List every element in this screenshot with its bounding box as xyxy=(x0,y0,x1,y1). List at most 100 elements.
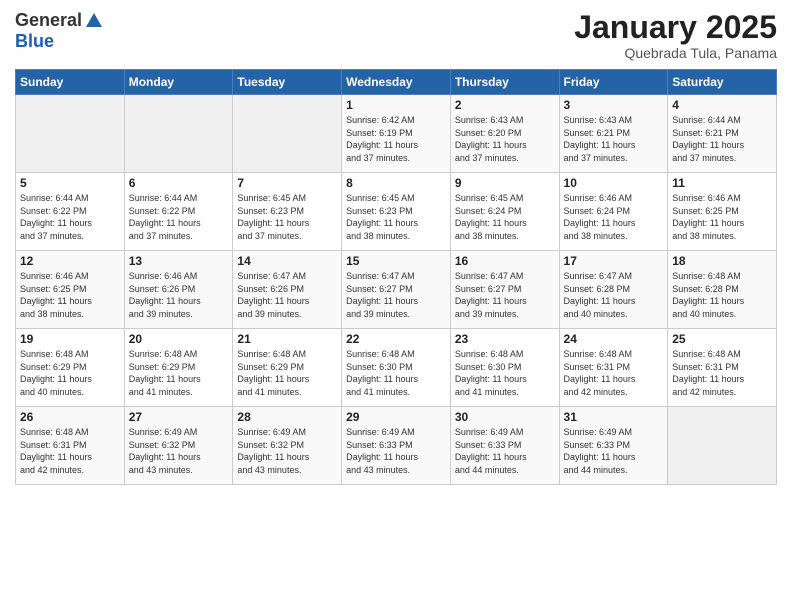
day-info: Sunrise: 6:47 AM Sunset: 6:26 PM Dayligh… xyxy=(237,270,337,320)
day-info: Sunrise: 6:46 AM Sunset: 6:25 PM Dayligh… xyxy=(672,192,772,242)
day-number: 6 xyxy=(129,176,229,190)
day-info: Sunrise: 6:42 AM Sunset: 6:19 PM Dayligh… xyxy=(346,114,446,164)
weekday-header-thursday: Thursday xyxy=(450,70,559,95)
day-number: 17 xyxy=(564,254,664,268)
weekday-header-tuesday: Tuesday xyxy=(233,70,342,95)
day-number: 24 xyxy=(564,332,664,346)
day-number: 4 xyxy=(672,98,772,112)
month-title: January 2025 xyxy=(574,10,777,45)
day-info: Sunrise: 6:46 AM Sunset: 6:25 PM Dayligh… xyxy=(20,270,120,320)
calendar-week-row: 5 Sunrise: 6:44 AM Sunset: 6:22 PM Daylig… xyxy=(16,173,777,251)
day-info: Sunrise: 6:45 AM Sunset: 6:24 PM Dayligh… xyxy=(455,192,555,242)
calendar-cell: 26Sunrise: 6:48 AM Sunset: 6:31 PM Dayli… xyxy=(16,407,125,485)
calendar-cell: 17 Sunrise: 6:47 AM Sunset: 6:28 PM Dayli… xyxy=(559,251,668,329)
calendar-cell: 4 Sunrise: 6:44 AM Sunset: 6:21 PM Daylig… xyxy=(668,95,777,173)
location-subtitle: Quebrada Tula, Panama xyxy=(574,45,777,61)
logo: General Blue xyxy=(15,10,104,52)
day-info: Sunrise: 6:49 AM Sunset: 6:33 PM Dayligh… xyxy=(346,426,446,476)
day-info: Sunrise: 6:43 AM Sunset: 6:20 PM Dayligh… xyxy=(455,114,555,164)
calendar-cell: 9Sunrise: 6:45 AM Sunset: 6:24 PM Daylig… xyxy=(450,173,559,251)
calendar-cell xyxy=(668,407,777,485)
weekday-header-saturday: Saturday xyxy=(668,70,777,95)
day-number: 25 xyxy=(672,332,772,346)
day-info: Sunrise: 6:45 AM Sunset: 6:23 PM Dayligh… xyxy=(237,192,337,242)
day-info: Sunrise: 6:47 AM Sunset: 6:27 PM Dayligh… xyxy=(346,270,446,320)
calendar-cell: 10 Sunrise: 6:46 AM Sunset: 6:24 PM Dayli… xyxy=(559,173,668,251)
day-info: Sunrise: 6:48 AM Sunset: 6:29 PM Dayligh… xyxy=(20,348,120,398)
calendar-cell: 29 Sunrise: 6:49 AM Sunset: 6:33 PM Dayli… xyxy=(342,407,451,485)
logo-icon xyxy=(84,11,104,31)
day-info: Sunrise: 6:48 AM Sunset: 6:28 PM Dayligh… xyxy=(672,270,772,320)
day-info: Sunrise: 6:49 AM Sunset: 6:32 PM Dayligh… xyxy=(237,426,337,476)
logo-general-text: General xyxy=(15,10,82,31)
calendar-week-row: 1Sunrise: 6:42 AM Sunset: 6:19 PM Daylig… xyxy=(16,95,777,173)
calendar-cell: 21Sunrise: 6:48 AM Sunset: 6:29 PM Dayli… xyxy=(233,329,342,407)
day-number: 20 xyxy=(129,332,229,346)
calendar-cell: 23 Sunrise: 6:48 AM Sunset: 6:30 PM Dayli… xyxy=(450,329,559,407)
day-info: Sunrise: 6:49 AM Sunset: 6:33 PM Dayligh… xyxy=(455,426,555,476)
day-number: 11 xyxy=(672,176,772,190)
day-info: Sunrise: 6:48 AM Sunset: 6:30 PM Dayligh… xyxy=(346,348,446,398)
day-info: Sunrise: 6:44 AM Sunset: 6:21 PM Dayligh… xyxy=(672,114,772,164)
calendar-cell xyxy=(16,95,125,173)
calendar-cell: 28Sunrise: 6:49 AM Sunset: 6:32 PM Dayli… xyxy=(233,407,342,485)
day-number: 30 xyxy=(455,410,555,424)
logo-blue-text: Blue xyxy=(15,31,54,52)
weekday-header-friday: Friday xyxy=(559,70,668,95)
calendar-cell: 6 Sunrise: 6:44 AM Sunset: 6:22 PM Daylig… xyxy=(124,173,233,251)
day-number: 31 xyxy=(564,410,664,424)
day-info: Sunrise: 6:48 AM Sunset: 6:30 PM Dayligh… xyxy=(455,348,555,398)
calendar-week-row: 19 Sunrise: 6:48 AM Sunset: 6:29 PM Dayli… xyxy=(16,329,777,407)
calendar-cell: 30 Sunrise: 6:49 AM Sunset: 6:33 PM Dayli… xyxy=(450,407,559,485)
day-info: Sunrise: 6:45 AM Sunset: 6:23 PM Dayligh… xyxy=(346,192,446,242)
calendar-cell: 20Sunrise: 6:48 AM Sunset: 6:29 PM Dayli… xyxy=(124,329,233,407)
calendar-cell: 15 Sunrise: 6:47 AM Sunset: 6:27 PM Dayli… xyxy=(342,251,451,329)
calendar-cell: 7Sunrise: 6:45 AM Sunset: 6:23 PM Daylig… xyxy=(233,173,342,251)
calendar-cell: 11 Sunrise: 6:46 AM Sunset: 6:25 PM Dayli… xyxy=(668,173,777,251)
day-info: Sunrise: 6:46 AM Sunset: 6:24 PM Dayligh… xyxy=(564,192,664,242)
day-info: Sunrise: 6:43 AM Sunset: 6:21 PM Dayligh… xyxy=(564,114,664,164)
weekday-header-sunday: Sunday xyxy=(16,70,125,95)
calendar-cell: 27 Sunrise: 6:49 AM Sunset: 6:32 PM Dayli… xyxy=(124,407,233,485)
day-number: 27 xyxy=(129,410,229,424)
day-number: 22 xyxy=(346,332,446,346)
day-info: Sunrise: 6:47 AM Sunset: 6:27 PM Dayligh… xyxy=(455,270,555,320)
weekday-header-monday: Monday xyxy=(124,70,233,95)
day-info: Sunrise: 6:47 AM Sunset: 6:28 PM Dayligh… xyxy=(564,270,664,320)
day-number: 10 xyxy=(564,176,664,190)
page-header: General Blue January 2025 Quebrada Tula,… xyxy=(15,10,777,61)
calendar-cell: 16 Sunrise: 6:47 AM Sunset: 6:27 PM Dayli… xyxy=(450,251,559,329)
day-info: Sunrise: 6:49 AM Sunset: 6:32 PM Dayligh… xyxy=(129,426,229,476)
day-info: Sunrise: 6:44 AM Sunset: 6:22 PM Dayligh… xyxy=(129,192,229,242)
day-number: 18 xyxy=(672,254,772,268)
calendar-cell: 8 Sunrise: 6:45 AM Sunset: 6:23 PM Daylig… xyxy=(342,173,451,251)
day-number: 3 xyxy=(564,98,664,112)
day-number: 12 xyxy=(20,254,120,268)
weekday-header-row: SundayMondayTuesdayWednesdayThursdayFrid… xyxy=(16,70,777,95)
day-info: Sunrise: 6:44 AM Sunset: 6:22 PM Dayligh… xyxy=(20,192,120,242)
day-number: 21 xyxy=(237,332,337,346)
day-number: 29 xyxy=(346,410,446,424)
day-info: Sunrise: 6:48 AM Sunset: 6:31 PM Dayligh… xyxy=(672,348,772,398)
calendar-table: SundayMondayTuesdayWednesdayThursdayFrid… xyxy=(15,69,777,485)
day-number: 16 xyxy=(455,254,555,268)
calendar-week-row: 26Sunrise: 6:48 AM Sunset: 6:31 PM Dayli… xyxy=(16,407,777,485)
calendar-cell: 13Sunrise: 6:46 AM Sunset: 6:26 PM Dayli… xyxy=(124,251,233,329)
calendar-cell: 14 Sunrise: 6:47 AM Sunset: 6:26 PM Dayli… xyxy=(233,251,342,329)
day-number: 14 xyxy=(237,254,337,268)
day-info: Sunrise: 6:46 AM Sunset: 6:26 PM Dayligh… xyxy=(129,270,229,320)
calendar-cell: 12 Sunrise: 6:46 AM Sunset: 6:25 PM Dayli… xyxy=(16,251,125,329)
calendar-cell: 18 Sunrise: 6:48 AM Sunset: 6:28 PM Dayli… xyxy=(668,251,777,329)
day-number: 23 xyxy=(455,332,555,346)
title-block: January 2025 Quebrada Tula, Panama xyxy=(574,10,777,61)
day-number: 19 xyxy=(20,332,120,346)
calendar-cell: 2Sunrise: 6:43 AM Sunset: 6:20 PM Daylig… xyxy=(450,95,559,173)
calendar-cell: 5 Sunrise: 6:44 AM Sunset: 6:22 PM Daylig… xyxy=(16,173,125,251)
day-number: 5 xyxy=(20,176,120,190)
day-number: 8 xyxy=(346,176,446,190)
calendar-cell: 25 Sunrise: 6:48 AM Sunset: 6:31 PM Dayli… xyxy=(668,329,777,407)
calendar-cell: 3 Sunrise: 6:43 AM Sunset: 6:21 PM Daylig… xyxy=(559,95,668,173)
day-number: 15 xyxy=(346,254,446,268)
day-info: Sunrise: 6:49 AM Sunset: 6:33 PM Dayligh… xyxy=(564,426,664,476)
calendar-cell: 22 Sunrise: 6:48 AM Sunset: 6:30 PM Dayli… xyxy=(342,329,451,407)
